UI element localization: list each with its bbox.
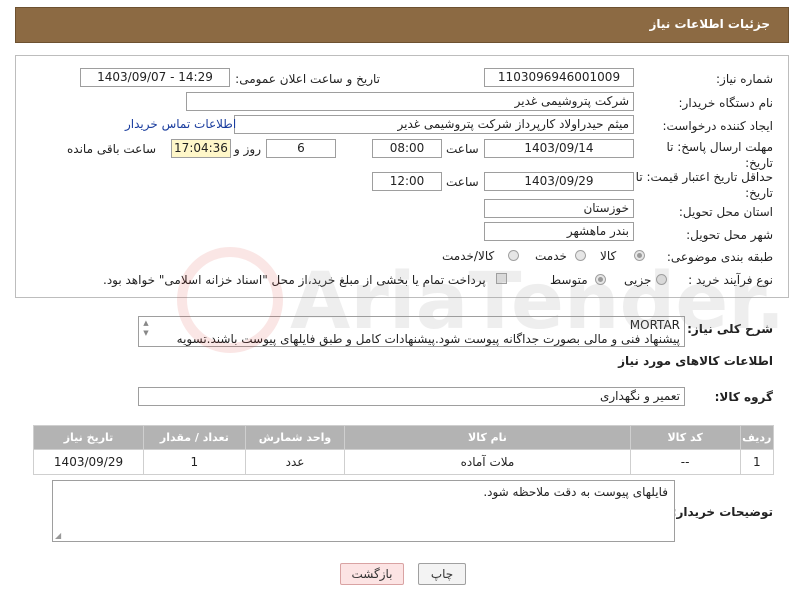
reply-time-label: ساعت xyxy=(446,142,479,156)
buyer-notes-textarea[interactable]: فایلهای پیوست به دقت ملاحظه شود. ◢ xyxy=(52,480,675,542)
table-row: 1 -- ملات آماده عدد 1 1403/09/29 xyxy=(32,449,775,475)
resize-handle-icon[interactable]: ◢ xyxy=(55,531,61,540)
process-minor-label: جزیی xyxy=(624,273,652,287)
price-time-label: ساعت xyxy=(446,175,479,189)
cell-row-number: 1 xyxy=(739,449,775,475)
province-field: خوزستان xyxy=(484,199,634,218)
process-medium-label: متوسط xyxy=(550,273,588,287)
category-label: طبقه بندی موضوعی: xyxy=(666,250,773,264)
category-service-radio[interactable] xyxy=(575,250,586,261)
col-row-number: ردیف xyxy=(739,425,775,450)
buyer-org-field: شرکت پتروشیمی غدیر xyxy=(186,92,634,111)
category-goods-service-radio[interactable] xyxy=(508,250,519,261)
province-label: استان محل تحویل: xyxy=(678,205,773,219)
cell-goods-code: -- xyxy=(629,449,741,475)
goods-table: ردیف کد کالا نام کالا واحد شمارش تعداد /… xyxy=(32,425,775,475)
announce-datetime-field: 1403/09/07 - 14:29 xyxy=(80,68,230,87)
buyer-notes-text: فایلهای پیوست به دقت ملاحظه شود. xyxy=(483,485,668,499)
category-goods-service-label: کالا/خدمت xyxy=(442,249,495,263)
description-label: شرح کلی نیاز: xyxy=(687,322,773,336)
scroll-down-icon[interactable]: ▼ xyxy=(140,328,152,338)
buyer-notes-label: توضیحات خریدار: xyxy=(671,505,773,519)
col-quantity: تعداد / مقدار xyxy=(143,425,246,450)
city-field: بندر ماهشهر xyxy=(484,222,634,241)
requester-label: ایجاد کننده درخواست: xyxy=(662,119,773,133)
days-remaining-field: 6 xyxy=(266,139,336,158)
requester-field: میثم حیدراولاد کارپرداز شرکت پتروشیمی غد… xyxy=(234,115,634,134)
description-textarea[interactable]: MORTAR پیشنهاد فنی و مالی بصورت جداگانه … xyxy=(138,316,685,347)
description-scrollbar[interactable]: ▲ ▼ xyxy=(140,318,152,345)
remaining-time-label: ساعت باقی مانده xyxy=(67,142,157,156)
description-line-1: MORTAR xyxy=(629,318,680,332)
price-validity-time-field: 12:00 xyxy=(372,172,442,191)
col-need-date: تاریخ نیاز xyxy=(32,425,145,450)
announce-label: تاریخ و ساعت اعلان عمومی: xyxy=(235,72,380,86)
cell-need-date: 1403/09/29 xyxy=(32,449,145,475)
page-header: جزئیات اطلاعات نیاز xyxy=(15,7,789,43)
reply-deadline-label: مهلت ارسال پاسخ: تا تاریخ: xyxy=(666,140,773,170)
process-medium-radio[interactable] xyxy=(595,274,606,285)
goods-table-header: ردیف کد کالا نام کالا واحد شمارش تعداد /… xyxy=(32,425,775,450)
category-goods-radio[interactable] xyxy=(634,250,645,261)
goods-group-field: تعمیر و نگهداری xyxy=(138,387,685,406)
need-number-field: 1103096946001009 xyxy=(484,68,634,87)
days-and-label: روز و xyxy=(234,142,261,156)
process-type-label: نوع فرآیند خرید : xyxy=(688,273,773,287)
buyer-contact-link[interactable]: اطلاعات تماس خریدار xyxy=(125,117,236,131)
process-minor-radio[interactable] xyxy=(656,274,667,285)
need-number-label: شماره نیاز: xyxy=(716,72,773,86)
col-goods-code: کد کالا xyxy=(629,425,741,450)
back-button[interactable]: بازگشت xyxy=(340,563,404,585)
remaining-time-field: 17:04:36 xyxy=(171,139,231,158)
treasury-payment-checkbox[interactable] xyxy=(496,273,507,284)
goods-section-title: اطلاعات کالاهای مورد نیاز xyxy=(618,354,773,368)
cell-goods-name: ملات آماده xyxy=(344,449,631,475)
cell-quantity: 1 xyxy=(143,449,246,475)
goods-group-label: گروه کالا: xyxy=(714,390,773,404)
reply-date-field: 1403/09/14 xyxy=(484,139,634,158)
buyer-org-label: نام دستگاه خریدار: xyxy=(678,96,774,110)
reply-time-field: 08:00 xyxy=(372,139,442,158)
print-button[interactable]: چاپ xyxy=(418,563,466,585)
treasury-payment-note: پرداخت تمام یا بخشی از مبلغ خرید،از محل … xyxy=(103,273,486,287)
description-line-2: پیشنهاد فنی و مالی بصورت جداگانه پیوست ش… xyxy=(176,332,680,346)
cell-unit: عدد xyxy=(244,449,346,475)
scroll-up-icon[interactable]: ▲ xyxy=(140,318,152,328)
col-goods-name: نام کالا xyxy=(344,425,631,450)
page-title: جزئیات اطلاعات نیاز xyxy=(649,17,770,31)
category-goods-label: کالا xyxy=(600,249,617,263)
price-validity-label: حداقل تاریخ اعتبار قیمت: تا تاریخ: xyxy=(635,170,773,200)
category-service-label: خدمت xyxy=(535,249,567,263)
city-label: شهر محل تحویل: xyxy=(686,228,773,242)
price-validity-date-field: 1403/09/29 xyxy=(484,172,634,191)
col-unit: واحد شمارش xyxy=(244,425,346,450)
